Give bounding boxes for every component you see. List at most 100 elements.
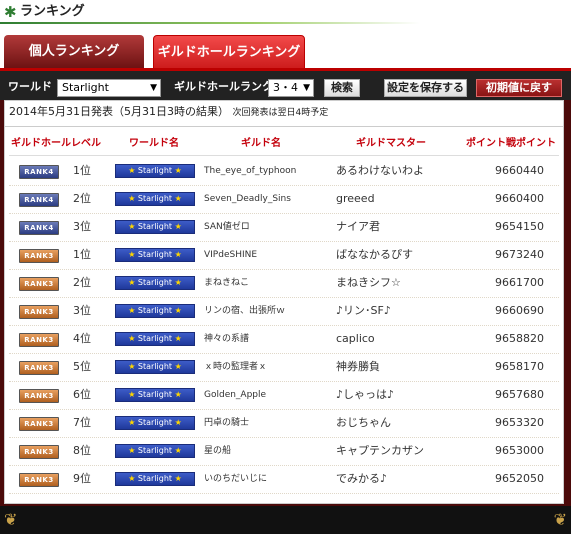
table-row: RANK3 9位 ★ Starlight ★ いのちだいじに でみかる♪ 9652050 — [9, 465, 559, 494]
reset-defaults-button[interactable]: 初期値に戻す — [476, 79, 562, 97]
world-badge-label: Starlight — [137, 390, 173, 399]
world-badge[interactable]: ★ Starlight ★ — [115, 388, 195, 402]
table-row: RANK3 4位 ★ Starlight ★ 神々の系譜 caplico 9658820 — [9, 325, 559, 354]
star-icon: ★ — [172, 474, 182, 483]
rank-position: 2位 — [73, 276, 91, 289]
world-select[interactable]: Starlight ▼ — [57, 79, 161, 97]
star-icon: ★ — [172, 250, 182, 259]
world-badge-label: Starlight — [137, 474, 173, 483]
table-row: RANK3 6位 ★ Starlight ★ Golden_Apple ♪しゃっは♪ 96… — [9, 381, 559, 410]
star-icon: ★ — [172, 194, 182, 203]
guild-name[interactable]: The_eye_of_typhoon — [204, 164, 296, 178]
guild-master: greeed — [336, 192, 375, 205]
star-icon: ★ — [172, 390, 182, 399]
page-title: ランキング — [20, 4, 85, 19]
search-button[interactable]: 検索 — [324, 79, 360, 97]
guild-name[interactable]: いのちだいじに — [204, 472, 267, 486]
table-row: RANK3 5位 ★ Starlight ★ ｘ時の監理者ｘ 神券勝負 9658170 — [9, 353, 559, 382]
rank-position: 1位 — [73, 164, 91, 177]
world-badge-label: Starlight — [137, 222, 173, 231]
world-badge[interactable]: ★ Starlight ★ — [115, 304, 195, 318]
world-badge[interactable]: ★ Starlight ★ — [115, 192, 195, 206]
tab-individual-ranking[interactable]: 個人ランキング — [4, 35, 144, 69]
guild-name[interactable]: まねきねこ — [204, 276, 249, 290]
world-badge-label: Starlight — [137, 446, 173, 455]
announcement: 2014年5月31日発表（5月31日3時の結果） 次回発表は翌日4時予定 — [9, 104, 328, 121]
guild-name[interactable]: Golden_Apple — [204, 388, 266, 402]
rank-position: 3位 — [73, 304, 91, 317]
guild-name[interactable]: リンの宿、出張所ｗ — [204, 304, 285, 318]
guild-name[interactable]: 神々の系譜 — [204, 332, 249, 346]
star-icon: ★ — [172, 306, 182, 315]
guild-name[interactable]: ｘ時の監理者ｘ — [204, 360, 267, 374]
points-value: 9661700 — [495, 276, 544, 289]
points-value: 9657680 — [495, 388, 544, 401]
guild-master: caplico — [336, 332, 375, 345]
rank-badge: RANK3 — [19, 473, 59, 487]
divider — [5, 126, 563, 127]
guild-name[interactable]: 円卓の騎士 — [204, 416, 249, 430]
world-badge-label: Starlight — [137, 362, 173, 371]
world-badge[interactable]: ★ Starlight ★ — [115, 248, 195, 262]
world-badge[interactable]: ★ Starlight ★ — [115, 220, 195, 234]
world-badge[interactable]: ★ Starlight ★ — [115, 360, 195, 374]
world-badge-label: Starlight — [137, 418, 173, 427]
rank-label: ギルドホールランク — [174, 80, 273, 93]
points-value: 9660690 — [495, 304, 544, 317]
col-header-points: ポイント戦ポイント — [466, 138, 556, 149]
col-header-level: ギルドホールレベル — [11, 138, 101, 149]
points-value: 9652050 — [495, 472, 544, 485]
guild-name[interactable]: SAN値ゼロ — [204, 220, 250, 234]
col-header-guild: ギルド名 — [241, 138, 281, 149]
table-row: RANK4 1位 ★ Starlight ★ The_eye_of_typhoon ある… — [9, 157, 559, 186]
points-value: 9653320 — [495, 416, 544, 429]
rank-position: 4位 — [73, 332, 91, 345]
rank-badge: RANK3 — [19, 417, 59, 431]
rank-badge: RANK4 — [19, 193, 59, 207]
rank-badge: RANK3 — [19, 249, 59, 263]
col-header-master: ギルドマスター — [356, 138, 426, 149]
ornament-right-icon: ❦ — [553, 510, 567, 529]
table-row: RANK3 3位 ★ Starlight ★ リンの宿、出張所ｗ ♪リン･SF♪ 9660… — [9, 297, 559, 326]
rank-position: 7位 — [73, 416, 91, 429]
header-rule — [9, 155, 559, 156]
world-badge[interactable]: ★ Starlight ★ — [115, 164, 195, 178]
table-row: RANK3 2位 ★ Starlight ★ まねきねこ まねきシフ☆ 9661700 — [9, 269, 559, 298]
world-badge[interactable]: ★ Starlight ★ — [115, 416, 195, 430]
guild-name[interactable]: 星の船 — [204, 444, 231, 458]
points-value: 9673240 — [495, 248, 544, 261]
tab-guildhall-ranking[interactable]: ギルドホールランキング — [153, 35, 305, 70]
guild-name[interactable]: Seven_Deadly_Sins — [204, 192, 291, 206]
star-icon: ★ — [172, 362, 182, 371]
footer-bar — [0, 506, 571, 534]
rank-position: 5位 — [73, 360, 91, 373]
world-badge[interactable]: ★ Starlight ★ — [115, 472, 195, 486]
points-value: 9654150 — [495, 220, 544, 233]
star-icon: ★ — [172, 334, 182, 343]
guild-name[interactable]: VIPdeSHINE — [204, 248, 257, 262]
guild-master: 神券勝負 — [336, 360, 380, 373]
star-icon: ★ — [128, 334, 138, 343]
points-value: 9653000 — [495, 444, 544, 457]
world-badge[interactable]: ★ Starlight ★ — [115, 276, 195, 290]
rank-position: 6位 — [73, 388, 91, 401]
rank-select[interactable]: 3・4 ▼ — [268, 79, 314, 97]
chevron-down-icon: ▼ — [303, 83, 310, 93]
star-icon: ★ — [172, 418, 182, 427]
world-badge-label: Starlight — [137, 194, 173, 203]
save-settings-button[interactable]: 設定を保存する — [384, 79, 467, 97]
rank-badge: RANK3 — [19, 445, 59, 459]
ranking-panel: 2014年5月31日発表（5月31日3時の結果） 次回発表は翌日4時予定 ギルド… — [4, 100, 564, 504]
rank-badge: RANK3 — [19, 333, 59, 347]
points-value: 9658820 — [495, 332, 544, 345]
star-icon: ★ — [172, 166, 182, 175]
world-badge-label: Starlight — [137, 166, 173, 175]
filter-toolbar: ワールド Starlight ▼ ギルドホールランク 3・4 ▼ 検索 設定を保… — [0, 68, 571, 100]
star-icon: ★ — [172, 222, 182, 231]
announcement-main: 2014年5月31日発表（5月31日3時の結果） — [9, 105, 229, 118]
world-badge[interactable]: ★ Starlight ★ — [115, 332, 195, 346]
world-badge[interactable]: ★ Starlight ★ — [115, 444, 195, 458]
star-icon: ★ — [128, 278, 138, 287]
guild-master: キャプテンカザン — [336, 444, 424, 457]
world-badge-label: Starlight — [137, 306, 173, 315]
